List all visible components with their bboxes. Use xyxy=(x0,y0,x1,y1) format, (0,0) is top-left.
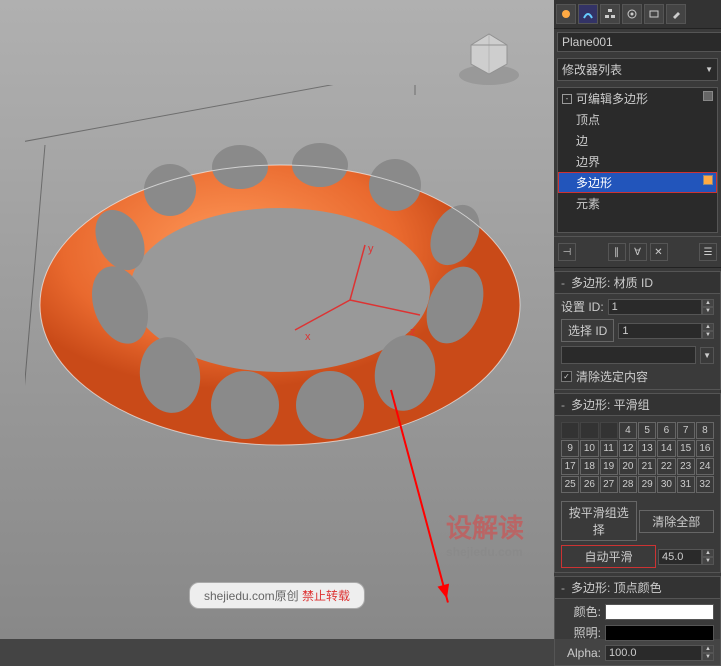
vertex-illum-swatch[interactable] xyxy=(605,625,714,641)
sg-cell[interactable]: 12 xyxy=(619,440,637,457)
modifier-list-label: 修改器列表 xyxy=(562,61,622,78)
spinner-down[interactable]: ▼ xyxy=(702,331,714,339)
vertex-color-swatch[interactable] xyxy=(605,604,714,620)
sg-cell xyxy=(600,422,618,439)
sg-cell[interactable]: 30 xyxy=(657,476,675,493)
vertex-alpha-field[interactable] xyxy=(605,645,702,661)
sg-cell[interactable]: 21 xyxy=(638,458,656,475)
sg-cell[interactable]: 27 xyxy=(600,476,618,493)
stack-sub-border[interactable]: 边界 xyxy=(558,151,717,172)
sg-cell[interactable]: 25 xyxy=(561,476,579,493)
tab-display[interactable] xyxy=(644,4,664,24)
pin-stack-button[interactable]: ⊣ xyxy=(558,243,576,261)
spinner-up[interactable]: ▲ xyxy=(702,299,714,307)
expand-icon[interactable]: - xyxy=(562,94,572,104)
rollout-vcolor: 颜色: 照明: Alpha: ▲▼ xyxy=(554,599,721,666)
show-end-button[interactable]: ∥ xyxy=(608,243,626,261)
sg-cell[interactable]: 10 xyxy=(580,440,598,457)
auto-smooth-button[interactable]: 自动平滑 xyxy=(561,545,656,568)
sg-cell[interactable]: 8 xyxy=(696,422,714,439)
chevron-down-icon: ▼ xyxy=(705,65,713,74)
sg-cell[interactable]: 16 xyxy=(696,440,714,457)
sg-cell xyxy=(561,422,579,439)
auto-smooth-angle-field[interactable] xyxy=(658,549,702,565)
smoothing-group-grid: 45678 910111213141516 1718192021222324 2526… xyxy=(561,422,714,493)
viewcube[interactable] xyxy=(454,20,524,95)
sg-cell[interactable]: 7 xyxy=(677,422,695,439)
object-name-field[interactable] xyxy=(557,32,721,52)
select-id-field[interactable] xyxy=(618,323,702,339)
color-label: 颜色: xyxy=(561,603,601,620)
rollout-smoothing: 45678 910111213141516 1718192021222324 2526… xyxy=(554,416,721,573)
remove-modifier-button[interactable]: ✕ xyxy=(650,243,668,261)
sg-cell[interactable]: 26 xyxy=(580,476,598,493)
spinner-down[interactable]: ▼ xyxy=(702,307,714,315)
sg-cell[interactable]: 11 xyxy=(600,440,618,457)
spinner-up[interactable]: ▲ xyxy=(702,645,714,653)
sg-cell[interactable]: 24 xyxy=(696,458,714,475)
tab-hierarchy[interactable] xyxy=(600,4,620,24)
sg-cell[interactable]: 22 xyxy=(657,458,675,475)
stack-sub-edge[interactable]: 边 xyxy=(558,130,717,151)
set-id-field[interactable] xyxy=(608,299,702,315)
illum-label: 照明: xyxy=(561,624,601,641)
sg-cell[interactable]: 19 xyxy=(600,458,618,475)
spinner-up[interactable]: ▲ xyxy=(702,549,714,557)
modifier-stack[interactable]: - 可编辑多边形 顶点 边 边界 多边形 元素 xyxy=(557,87,718,233)
stack-toggle[interactable] xyxy=(703,91,713,101)
watermark-footer: shejiedu.com原创 禁止转载 xyxy=(189,582,365,609)
sg-cell[interactable]: 31 xyxy=(677,476,695,493)
modifier-list-dropdown[interactable]: 修改器列表 ▼ xyxy=(557,58,718,81)
panel-tabs xyxy=(554,0,721,29)
sg-cell[interactable]: 28 xyxy=(619,476,637,493)
model-torus xyxy=(25,85,535,495)
alpha-label: Alpha: xyxy=(561,646,601,660)
sg-cell xyxy=(580,422,598,439)
rollout-matid: 设置 ID: ▲▼ 选择 ID ▲▼ ▼ ✓清除选定内容 xyxy=(554,294,721,390)
viewport[interactable]: x y z 设解读shejiedu.com shejiedu.com原创 禁止转… xyxy=(0,0,554,639)
clear-selection-checkbox[interactable]: ✓清除选定内容 xyxy=(561,368,714,385)
rollout-vcolor-header[interactable]: -多边形: 顶点颜色 xyxy=(554,576,721,599)
select-id-button[interactable]: 选择 ID xyxy=(561,319,614,342)
select-by-sg-button[interactable]: 按平滑组选择 xyxy=(561,501,637,541)
sg-cell[interactable]: 23 xyxy=(677,458,695,475)
tab-motion[interactable] xyxy=(622,4,642,24)
tab-create[interactable] xyxy=(556,4,576,24)
sg-cell[interactable]: 6 xyxy=(657,422,675,439)
stack-sub-polygon[interactable]: 多边形 xyxy=(558,172,717,193)
clear-all-sg-button[interactable]: 清除全部 xyxy=(639,510,715,533)
rollout-smoothing-header[interactable]: -多边形: 平滑组 xyxy=(554,393,721,416)
spinner-down[interactable]: ▼ xyxy=(702,557,714,565)
sg-cell[interactable]: 13 xyxy=(638,440,656,457)
sg-cell[interactable]: 29 xyxy=(638,476,656,493)
sg-cell[interactable]: 17 xyxy=(561,458,579,475)
stack-sub-element[interactable]: 元素 xyxy=(558,193,717,214)
stack-toolbar: ⊣ ∥ ∀ ✕ ☰ xyxy=(554,236,721,268)
tab-utilities[interactable] xyxy=(666,4,686,24)
sg-cell[interactable]: 32 xyxy=(696,476,714,493)
sg-cell[interactable]: 15 xyxy=(677,440,695,457)
sg-cell[interactable]: 4 xyxy=(619,422,637,439)
sg-cell[interactable]: 20 xyxy=(619,458,637,475)
sg-cell[interactable]: 9 xyxy=(561,440,579,457)
stack-sub-vertex[interactable]: 顶点 xyxy=(558,109,717,130)
tab-modify[interactable] xyxy=(578,4,598,24)
configure-button[interactable]: ☰ xyxy=(699,243,717,261)
matid-name-dropdown[interactable] xyxy=(561,346,696,364)
sg-cell[interactable]: 18 xyxy=(580,458,598,475)
chevron-down-icon[interactable]: ▼ xyxy=(700,347,714,364)
rollout-matid-header[interactable]: -多边形: 材质 ID xyxy=(554,271,721,294)
stack-toggle-poly[interactable] xyxy=(703,175,713,185)
sg-cell[interactable]: 14 xyxy=(657,440,675,457)
make-unique-button[interactable]: ∀ xyxy=(629,243,647,261)
checkbox-icon: ✓ xyxy=(561,371,572,382)
watermark-logo: 设解读shejiedu.com xyxy=(446,508,524,559)
stack-root[interactable]: - 可编辑多边形 xyxy=(558,88,717,109)
set-id-label: 设置 ID: xyxy=(561,298,604,315)
sg-cell[interactable]: 5 xyxy=(638,422,656,439)
command-panel: 修改器列表 ▼ - 可编辑多边形 顶点 边 边界 多边形 元素 ⊣ ∥ ∀ ✕ … xyxy=(554,0,721,639)
spinner-up[interactable]: ▲ xyxy=(702,323,714,331)
spinner-down[interactable]: ▼ xyxy=(702,653,714,661)
